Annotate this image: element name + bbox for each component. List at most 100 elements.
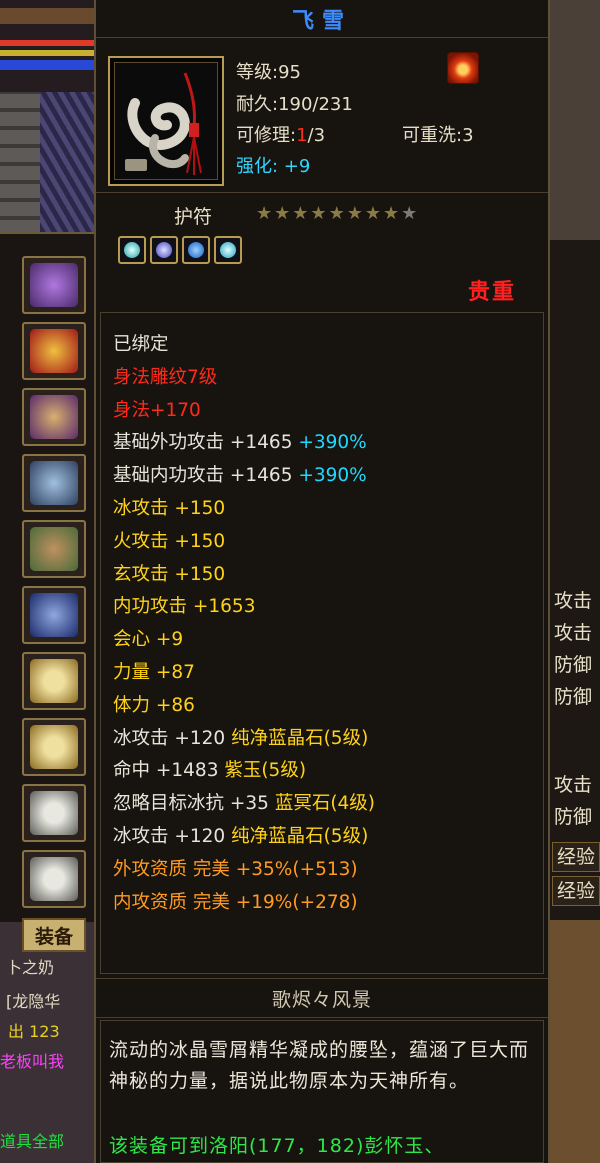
equip-slot-belt[interactable]: [22, 520, 86, 578]
equipment-slots: [0, 232, 96, 922]
right-game-panel: 攻击 攻击 防御 防御 攻击 防御 经验 经验: [548, 0, 600, 1163]
attribute-line: 基础内功攻击 +1465 +390%: [113, 461, 367, 487]
star-filled-icon: ★: [256, 203, 275, 224]
attribute-line: 基础外功攻击 +1465 +390%: [113, 428, 367, 454]
title-bar: 飞雪: [96, 0, 548, 38]
star-filled-icon: ★: [274, 203, 293, 224]
durability-label: 耐久:190/231: [236, 94, 353, 115]
equip-slot-bracer[interactable]: [22, 388, 86, 446]
attribute-line: 忽略目标冰抗 +35 蓝冥石(4级): [113, 789, 375, 815]
star-filled-icon: ★: [292, 203, 311, 224]
charm-gems: [118, 236, 242, 264]
set-name: 歌烬々风景: [96, 978, 548, 1018]
attribute-line: 玄攻击 +150: [113, 560, 225, 586]
attribute-line: 已绑定: [113, 330, 169, 356]
attribute-text: 冰攻击 +150: [113, 498, 226, 519]
charm-gem-slot[interactable]: [150, 236, 178, 264]
star-filled-icon: ★: [310, 203, 329, 224]
attribute-line: 冰攻击 +120 纯净蓝晶石(5级): [113, 724, 368, 750]
item-tooltip: 飞雪 等级:95 耐久:190/231 可修理:1/3 可重洗:3 强化: +9…: [94, 0, 550, 1163]
scene-background: [548, 0, 600, 240]
chat-line: 老板叫我: [0, 1052, 65, 1071]
stat-label: 防御: [554, 806, 593, 828]
gem-icon: [220, 242, 236, 258]
repair-suffix: /3: [307, 125, 326, 146]
attribute-line: 力量 +87: [113, 658, 195, 684]
stat-label: 攻击: [554, 622, 593, 644]
equip-tab[interactable]: 装备: [22, 918, 86, 952]
divider: [96, 192, 548, 193]
gem-icon: [124, 242, 140, 258]
stat-label: 防御: [554, 686, 593, 708]
attribute-extra: +390%: [292, 432, 367, 454]
gem-icon: [188, 242, 204, 258]
attribute-line: 体力 +86: [113, 691, 195, 717]
attribute-text: 冰攻击 +120: [113, 727, 232, 749]
attribute-text: 已绑定: [113, 334, 169, 355]
stat-label: 攻击: [554, 590, 593, 612]
star-filled-icon: ★: [382, 203, 402, 224]
ring-icon: [30, 725, 78, 769]
attribute-line: 命中 +1483 紫玉(5级): [113, 756, 306, 782]
bracer-icon: [30, 395, 78, 439]
chat-line: 出 123: [8, 1022, 60, 1041]
item-name: 飞雪: [291, 8, 352, 34]
location-hint: 该装备可到洛阳(177，182)彭怀玉、: [109, 1135, 445, 1157]
item-icon-frame: [108, 56, 224, 186]
jade-pendant-icon: [30, 791, 78, 835]
scroll-icon: [30, 329, 78, 373]
star-filled-icon: ★: [328, 203, 347, 224]
chat-line: 道具全部: [0, 1132, 65, 1151]
equip-slot-gloves[interactable]: [22, 454, 86, 512]
item-description: 流动的冰晶雪屑精华凝成的腰坠，蕴涵了巨大而神秘的力量，据说此物原本为天神所有。: [109, 1039, 530, 1092]
attribute-text: 冰攻击 +120: [113, 826, 232, 847]
stat-label: 攻击: [554, 774, 593, 796]
attribute-text: 基础外功攻击 +1465: [113, 432, 293, 454]
rarity-label: 贵重: [468, 280, 517, 305]
status-bars: [0, 0, 96, 92]
belt-icon: [30, 527, 78, 571]
rewash-label: 可重洗:3: [402, 125, 474, 146]
wall-pattern: [40, 92, 96, 242]
chat-line: 卜之奶: [6, 958, 55, 977]
attribute-line: 内攻资质 完美 +19%(+278): [113, 888, 358, 914]
star-rating: ★★★★★★★★★: [256, 203, 419, 224]
exp-label: 经验: [552, 876, 600, 906]
attribute-line: 火攻击 +150: [113, 527, 225, 553]
gem-icon: [156, 242, 172, 258]
charm-gem-slot[interactable]: [182, 236, 210, 264]
fire-element-icon: [447, 52, 479, 84]
attribute-extra: 蓝冥石(4级): [274, 793, 376, 815]
boots-icon: [30, 593, 78, 637]
scene-background: [548, 920, 600, 1163]
equip-slot-ring-1[interactable]: [22, 652, 86, 710]
level-label: 等级:95: [236, 62, 301, 83]
attribute-text: 玄攻击 +150: [113, 563, 226, 585]
star-filled-icon: ★: [346, 203, 365, 224]
ring-icon: [30, 659, 78, 703]
attribute-text: 火攻击 +150: [113, 530, 226, 552]
attribute-line: 身法雕纹7级: [113, 363, 217, 389]
attribute-extra: +390%: [292, 465, 367, 487]
equip-slot-pendant-2[interactable]: [22, 850, 86, 908]
attribute-line: 身法+170: [113, 396, 201, 422]
attribute-text: 内功攻击 +1653: [113, 596, 256, 618]
attribute-text: 基础内功攻击 +1465: [113, 465, 293, 487]
chat-line: [龙隐华: [6, 992, 61, 1011]
charm-label: 护符: [174, 206, 213, 228]
exp-label: 经验: [552, 842, 600, 872]
attribute-text: 体力 +86: [113, 694, 195, 716]
attribute-line: 会心 +9: [113, 625, 183, 651]
gloves-icon: [30, 461, 78, 505]
charm-gem-slot[interactable]: [214, 236, 242, 264]
charm-gem-slot[interactable]: [118, 236, 146, 264]
description-box: 流动的冰晶雪屑精华凝成的腰坠，蕴涵了巨大而神秘的力量，据说此物原本为天神所有。 …: [100, 1020, 544, 1163]
equip-slot-ring-2[interactable]: [22, 718, 86, 776]
equip-slot-scroll[interactable]: [22, 322, 86, 380]
repair-prefix: 可修理:: [236, 125, 297, 146]
equip-slot-shoulder[interactable]: [22, 256, 86, 314]
equip-slot-boots[interactable]: [22, 586, 86, 644]
equip-slot-pendant-1[interactable]: [22, 784, 86, 842]
stat-label: 防御: [554, 654, 593, 676]
attribute-extra: 纯净蓝晶石(5级): [231, 727, 369, 749]
